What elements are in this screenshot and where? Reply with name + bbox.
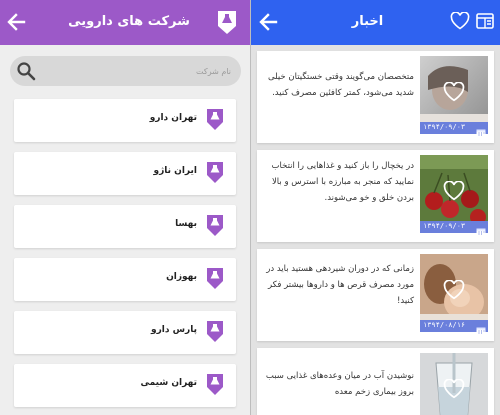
- company-name: بهسا: [175, 219, 197, 229]
- favorite-heart-icon[interactable]: [443, 279, 465, 304]
- date-bar: ۱۳۹۴/۰۹/۰۳: [420, 122, 488, 138]
- company-item[interactable]: ایران ناژو: [14, 152, 236, 195]
- mother-baby-photo: [420, 254, 488, 330]
- company-flask-icon: [206, 267, 224, 294]
- news-card[interactable]: ۱۳۹۴/۰۸/۱۶ زمانی که در دوران شیردهی هستی…: [257, 249, 494, 341]
- company-name: ایران ناژو: [153, 166, 198, 176]
- news-card[interactable]: ۱۳۹۴/۰۹/۰۳ متخصصان می‌گویند وقتی خستگیتا…: [257, 51, 494, 143]
- company-flask-icon: [206, 161, 224, 188]
- page-title: شرکت های دارویی: [68, 14, 190, 29]
- back-arrow-icon[interactable]: [6, 12, 26, 32]
- pharmacy-flask-icon: [216, 9, 238, 35]
- news-date: ۱۳۹۴/۰۹/۰۳: [423, 222, 466, 230]
- company-item[interactable]: تهران دارو: [14, 99, 236, 142]
- news-text: زمانی که در دوران شیردهی هستید باید در م…: [266, 264, 414, 306]
- news-date: ۱۳۹۴/۰۸/۱۶: [423, 321, 466, 329]
- date-bar: ۱۳۹۴/۰۸/۱۶: [420, 320, 488, 336]
- favorite-heart-icon[interactable]: [443, 81, 465, 106]
- company-item[interactable]: بهوزان: [14, 258, 236, 301]
- calendar-icon: [476, 321, 486, 340]
- news-text: نوشیدن آب در میان وعده‌های غذایی سبب برو…: [265, 371, 414, 397]
- calendar-icon: [476, 222, 486, 241]
- news-text: در یخچال را باز کنید و غذاهایی را انتخاب…: [271, 161, 414, 203]
- favorite-heart-icon[interactable]: [443, 378, 465, 403]
- company-flask-icon: [206, 373, 224, 400]
- back-arrow-icon[interactable]: [258, 12, 278, 32]
- app-root: شرکت های دارویی تهران دارو ایران ناژو به…: [0, 0, 500, 415]
- favorite-heart-icon[interactable]: [443, 180, 465, 205]
- search-bar[interactable]: [10, 56, 241, 86]
- company-item[interactable]: بهسا: [14, 205, 236, 248]
- tired-woman-photo: [420, 56, 488, 132]
- company-flask-icon: [206, 108, 224, 135]
- company-name: پارس دارو: [151, 325, 197, 335]
- heart-outline-icon[interactable]: [450, 12, 470, 30]
- news-screen: اخبار ۱۳۹۴/۰۹/۰۳ متخصصان می‌گویند وقتی خ…: [251, 0, 500, 415]
- companies-screen: شرکت های دارویی تهران دارو ایران ناژو به…: [0, 0, 250, 415]
- search-input[interactable]: [44, 62, 231, 80]
- water-glass-photo: [420, 353, 488, 415]
- search-icon[interactable]: [16, 61, 36, 85]
- news-layout-icon[interactable]: [476, 13, 494, 29]
- news-header: اخبار: [251, 0, 500, 45]
- company-name: بهوزان: [166, 272, 197, 282]
- calendar-icon: [476, 123, 486, 142]
- news-card[interactable]: ۱۳۹۴/۰۹/۰۳ در یخچال را باز کنید و غذاهای…: [257, 150, 494, 242]
- companies-header: شرکت های دارویی: [0, 0, 250, 45]
- company-flask-icon: [206, 320, 224, 347]
- news-date: ۱۳۹۴/۰۹/۰۳: [423, 123, 466, 131]
- cherries-photo: [420, 155, 488, 231]
- company-name: تهران دارو: [149, 113, 197, 123]
- date-bar: ۱۳۹۴/۰۹/۰۳: [420, 221, 488, 237]
- company-flask-icon: [206, 214, 224, 241]
- company-item[interactable]: تهران شیمی: [14, 364, 236, 407]
- page-title: اخبار: [351, 14, 384, 29]
- company-name: تهران شیمی: [140, 378, 197, 388]
- news-card[interactable]: نوشیدن آب در میان وعده‌های غذایی سبب برو…: [257, 348, 494, 415]
- company-item[interactable]: پارس دارو: [14, 311, 236, 354]
- news-text: متخصصان می‌گویند وقتی خستگیتان خیلی شدید…: [267, 72, 414, 98]
